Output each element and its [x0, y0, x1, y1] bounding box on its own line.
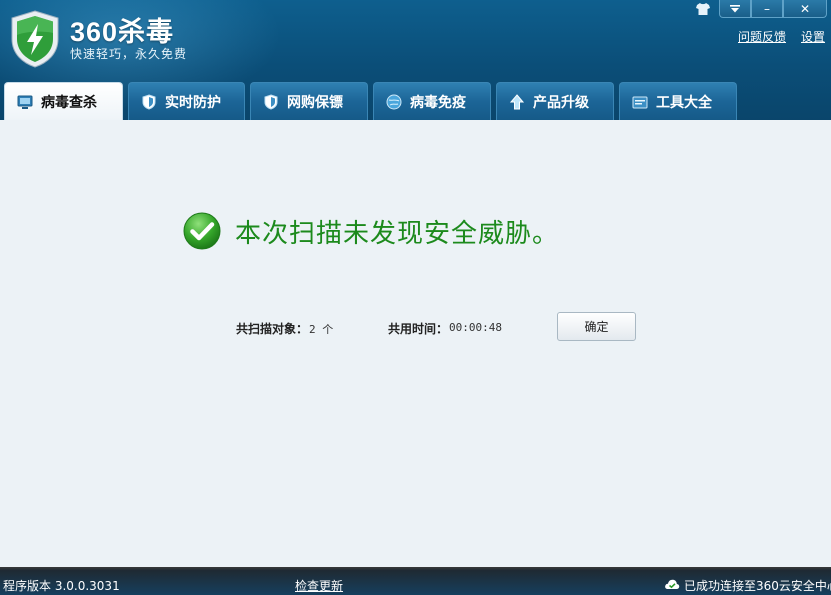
feedback-link[interactable]: 问题反馈 [738, 28, 786, 45]
shield-icon [142, 93, 156, 110]
header: 360杀毒 快速轻巧，永久免费 – ✕ 问题反馈 设置 病毒查杀 实时防护 网购… [0, 0, 831, 121]
cloud-icon [665, 579, 680, 589]
up-arrow-icon [509, 93, 525, 109]
monitor-icon [17, 95, 33, 109]
scanned-objects-value: 2 个 [309, 323, 334, 336]
check-circle-icon [183, 212, 221, 250]
app-slogan: 快速轻巧，永久免费 [70, 47, 188, 61]
tab-label: 病毒查杀 [41, 95, 97, 111]
app-title: 360杀毒 [70, 17, 175, 47]
tab-label: 实时防护 [165, 94, 221, 111]
shield-logo-icon [11, 10, 59, 68]
elapsed-time-value: 00:00:48 [449, 321, 502, 334]
settings-link[interactable]: 设置 [801, 28, 825, 45]
scan-result-panel: 本次扫描未发现安全威胁。 共扫描对象： 2 个 共用时间： 00:00:48 确… [0, 120, 831, 567]
app-window: 360杀毒 快速轻巧，永久免费 – ✕ 问题反馈 设置 病毒查杀 实时防护 网购… [0, 0, 831, 595]
tab-label: 病毒免疫 [410, 94, 466, 111]
result-message: 本次扫描未发现安全威胁。 [235, 219, 560, 249]
tab-shopping-guard[interactable]: 网购保镖 [250, 82, 368, 120]
globe-icon [386, 94, 402, 109]
elapsed-time-label: 共用时间： [388, 322, 449, 336]
version-text: 程序版本 3.0.0.3031 [3, 579, 120, 593]
check-update-link[interactable]: 检查更新 [295, 577, 343, 594]
cloud-connection-status: 已成功连接至360云安全中心 [684, 579, 831, 593]
skin-button[interactable] [690, 0, 716, 18]
toolbox-icon [632, 96, 648, 108]
shield-icon [264, 93, 278, 110]
tab-toolbox[interactable]: 工具大全 [619, 82, 737, 120]
tab-product-upgrade[interactable]: 产品升级 [496, 82, 614, 120]
tab-label: 产品升级 [533, 94, 589, 111]
minimize-button[interactable]: – [751, 0, 783, 18]
close-button[interactable]: ✕ [783, 0, 827, 18]
tshirt-icon [696, 3, 710, 15]
tab-realtime-protection[interactable]: 实时防护 [128, 82, 245, 120]
main-menu-button[interactable] [719, 0, 751, 18]
scanned-objects-label: 共扫描对象： [236, 322, 309, 336]
dropdown-arrow-icon [730, 4, 740, 12]
tab-virus-immunity[interactable]: 病毒免疫 [373, 82, 491, 120]
tab-label: 网购保镖 [287, 94, 343, 111]
status-bar: 程序版本 3.0.0.3031 检查更新 已成功连接至360云安全中心 [0, 567, 831, 595]
main-tabs: 病毒查杀 实时防护 网购保镖 病毒免疫 产品升级 工具大全 [0, 82, 831, 121]
confirm-button[interactable]: 确定 [557, 312, 636, 341]
tab-label: 工具大全 [656, 94, 712, 111]
tab-virus-scan[interactable]: 病毒查杀 [4, 82, 123, 121]
